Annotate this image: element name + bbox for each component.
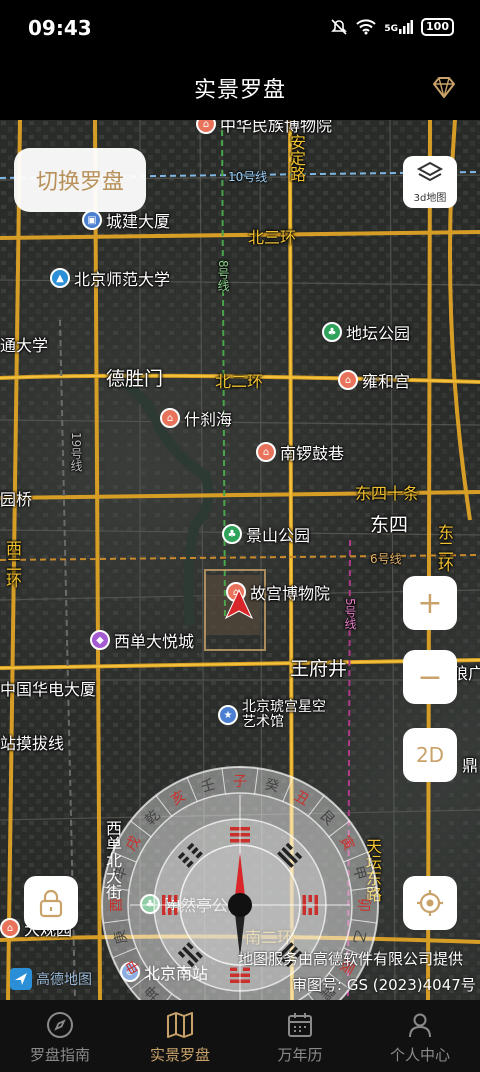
road-label: 西二环 bbox=[3, 540, 22, 588]
battery-icon: 100 bbox=[421, 18, 454, 36]
diamond-vip-icon[interactable] bbox=[428, 72, 460, 104]
area-label: 中国华电大厦 bbox=[0, 680, 97, 699]
page-title: 实景罗盘 bbox=[193, 78, 286, 103]
compass-ring-char: 酉 bbox=[109, 898, 125, 912]
school-icon: ▲ bbox=[50, 268, 70, 288]
landmark-icon: ⌂ bbox=[256, 442, 276, 462]
view-2d-button[interactable]: 2D bbox=[403, 728, 457, 782]
poi-label: 中华民族博物院 bbox=[220, 120, 333, 135]
compass-ring-char: 卯 bbox=[355, 898, 371, 912]
map-provider-credit: 地图服务由高德软件有限公司提供 bbox=[238, 950, 464, 968]
park-icon: ♣ bbox=[322, 322, 342, 342]
lock-button[interactable] bbox=[24, 876, 78, 930]
location-arrow-icon bbox=[224, 588, 254, 620]
poi-marker[interactable]: ♣ 地坛公园 bbox=[322, 320, 410, 344]
road-label: 东四十条 bbox=[355, 484, 420, 503]
app-header: 实景罗盘 bbox=[0, 58, 480, 120]
lock-icon bbox=[39, 889, 63, 918]
poi-label: 北京师范大学 bbox=[74, 270, 171, 289]
poi-marker[interactable]: ★ 北京琥宫星空艺术馆 bbox=[218, 700, 332, 730]
compass-pivot bbox=[228, 893, 252, 917]
subway-label: 10号线 bbox=[228, 170, 268, 184]
tab-label: 罗盘指南 bbox=[29, 1046, 90, 1064]
map-icon bbox=[167, 1012, 193, 1038]
poi-label: 西单大悦城 bbox=[114, 632, 195, 651]
subway-label: 8号线 bbox=[216, 260, 230, 292]
locate-button[interactable] bbox=[403, 876, 457, 930]
tab-label: 实景罗盘 bbox=[149, 1046, 210, 1064]
landmark-icon: ⌂ bbox=[196, 120, 216, 134]
road-label: 北三环 bbox=[248, 228, 297, 247]
poi-marker[interactable]: ♣ 景山公园 bbox=[222, 522, 310, 546]
landmark-icon: ⌂ bbox=[0, 918, 20, 938]
calendar-icon bbox=[288, 1013, 312, 1037]
poi-label: 南锣鼓巷 bbox=[280, 444, 345, 463]
map-3d-label: 3d地图 bbox=[413, 193, 447, 204]
locate-icon bbox=[417, 890, 443, 916]
satellite-map[interactable]: 北三环 北二环 东四十条 东二环 西二环 南二环 安定路 天坛东路 10号线 8… bbox=[0, 120, 480, 1000]
compass-ring-char: 子 bbox=[233, 774, 247, 790]
poi-label: 北京琥宫星空艺术馆 bbox=[242, 699, 326, 730]
poi-label: 景山公园 bbox=[246, 526, 311, 545]
network-type: 5G bbox=[384, 24, 399, 34]
layers-icon bbox=[416, 161, 444, 182]
area-label: 站摸拔线 bbox=[0, 734, 65, 753]
poi-label: 什刹海 bbox=[184, 410, 233, 429]
poi-marker[interactable]: ⌂ 南锣鼓巷 bbox=[256, 440, 344, 464]
shopping-icon: ◆ bbox=[90, 630, 110, 650]
road-label: 安定路 bbox=[287, 134, 306, 182]
poi-marker[interactable]: ◆ 西单大悦城 bbox=[90, 628, 194, 652]
poi-label: 雍和宫 bbox=[362, 372, 411, 391]
area-label: 通大学 bbox=[0, 336, 49, 355]
landmark-icon: ⌂ bbox=[338, 370, 358, 390]
mute-icon bbox=[331, 19, 348, 35]
switch-compass-button[interactable]: 切换罗盘 bbox=[14, 148, 146, 212]
bottom-tab-bar: 罗盘指南 实景罗盘 万年历 个人中心 bbox=[0, 1000, 480, 1072]
road-label: 北二环 bbox=[215, 372, 264, 391]
tab-compass-guide[interactable]: 罗盘指南 bbox=[0, 1000, 120, 1072]
park-icon: ♣ bbox=[222, 524, 242, 544]
wifi-icon bbox=[356, 19, 377, 35]
map-license-number: 审图号: GS (2023)4047号 bbox=[292, 976, 476, 994]
tab-live-compass[interactable]: 实景罗盘 bbox=[120, 1000, 240, 1072]
building-icon: ▣ bbox=[82, 210, 102, 230]
building-icon: ★ bbox=[218, 705, 238, 725]
tab-label: 万年历 bbox=[277, 1046, 323, 1064]
subway-label: 5号线 bbox=[343, 598, 357, 630]
area-label: 东四 bbox=[370, 514, 409, 536]
area-label: 园桥 bbox=[0, 490, 33, 509]
status-time: 09:43 bbox=[28, 16, 92, 40]
network-icon: 5G bbox=[384, 20, 414, 34]
poi-label: 地坛公园 bbox=[346, 324, 411, 343]
zoom-in-button[interactable]: + bbox=[403, 576, 457, 630]
map-3d-button[interactable]: 3d地图 bbox=[403, 156, 457, 208]
tab-calendar[interactable]: 万年历 bbox=[240, 1000, 360, 1072]
poi-label: 故宫博物院 bbox=[250, 584, 331, 603]
area-label: 王府井 bbox=[290, 658, 348, 680]
subway-label: 19号线 bbox=[69, 432, 83, 472]
zoom-out-button[interactable]: − bbox=[403, 650, 457, 704]
person-icon bbox=[409, 1013, 431, 1038]
subway-label: 6号线 bbox=[370, 552, 402, 566]
map-logo: 高德地图 bbox=[10, 968, 92, 990]
amap-logo-icon bbox=[10, 968, 32, 990]
tab-profile[interactable]: 个人中心 bbox=[360, 1000, 480, 1072]
poi-marker[interactable]: ⌂ 中华民族博物院 bbox=[196, 120, 332, 136]
landmark-icon: ⌂ bbox=[160, 408, 180, 428]
map-logo-label: 高德地图 bbox=[36, 972, 92, 988]
tab-label: 个人中心 bbox=[389, 1046, 450, 1064]
poi-marker[interactable]: ▲ 北京师范大学 bbox=[50, 266, 170, 290]
compass-icon bbox=[47, 1012, 73, 1038]
road-label: 东二环 bbox=[435, 524, 454, 572]
status-bar: 09:43 5G 100 bbox=[0, 0, 480, 58]
area-label: 鼎 bbox=[462, 756, 479, 775]
poi-marker[interactable]: ⌂ 雍和宫 bbox=[338, 368, 410, 392]
area-label: 德胜门 bbox=[106, 368, 164, 390]
poi-marker[interactable]: ⌂ 什刹海 bbox=[160, 406, 232, 430]
status-icons: 5G 100 bbox=[330, 18, 454, 36]
